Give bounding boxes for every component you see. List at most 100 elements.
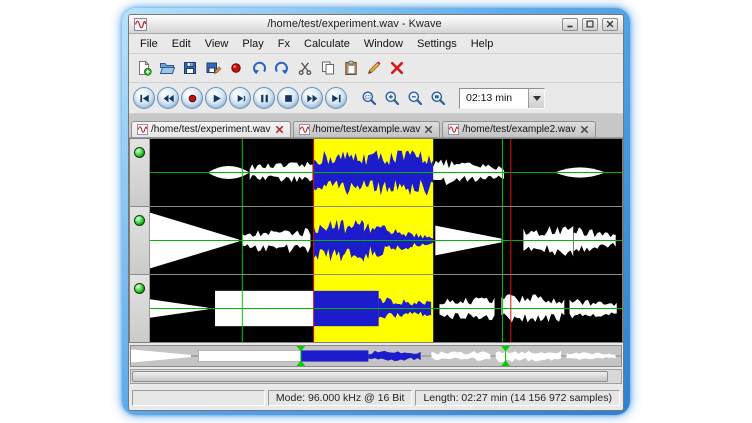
kwave-tab-icon <box>448 124 459 135</box>
delete-button[interactable] <box>386 57 408 79</box>
track-1 <box>130 139 622 207</box>
play-icon <box>210 92 223 105</box>
horizontal-scrollbar[interactable] <box>130 369 622 384</box>
stop-button[interactable] <box>277 87 299 109</box>
menu-play[interactable]: Play <box>235 36 270 52</box>
tabbar: /home/test/experiment.wav /home/test/exa… <box>129 114 623 138</box>
tab-label: /home/test/experiment.wav <box>151 124 271 135</box>
tab-close-button[interactable] <box>274 124 285 135</box>
zoom-all-icon <box>430 90 446 106</box>
tab-experiment-wav[interactable]: /home/test/experiment.wav <box>131 121 291 137</box>
statusbar: Mode: 96.000 kHz @ 16 Bit Length: 02:27 … <box>129 386 623 410</box>
record-setup-icon <box>228 60 244 76</box>
menu-help[interactable]: Help <box>464 36 501 52</box>
transport-group <box>133 87 347 109</box>
track-1-wave[interactable] <box>150 139 622 206</box>
save-as-icon <box>205 60 221 76</box>
zoom-all-button[interactable] <box>427 87 449 109</box>
window-glow-frame: /home/test/experiment.wav - Kwave File E… <box>122 8 630 415</box>
tab-example-wav[interactable]: /home/test/example.wav <box>293 121 441 137</box>
track-1-led-button[interactable] <box>134 147 145 158</box>
menubar: File Edit View Play Fx Calculate Window … <box>129 34 623 54</box>
loop-icon <box>234 92 247 105</box>
zoom-selection-icon <box>361 90 377 106</box>
zoom-out-icon <box>407 90 423 106</box>
track-3-wave[interactable] <box>150 275 622 342</box>
redo-icon <box>274 60 290 76</box>
zoom-combo-dropdown[interactable] <box>528 89 544 108</box>
erase-button[interactable] <box>363 57 385 79</box>
to-end-button[interactable] <box>325 87 347 109</box>
track-3 <box>130 275 622 342</box>
status-spacer-panel <box>132 390 265 406</box>
record-button[interactable] <box>181 87 203 109</box>
tab-close-button[interactable] <box>423 124 434 135</box>
menu-fx[interactable]: Fx <box>271 36 297 52</box>
maximize-button[interactable] <box>582 18 598 31</box>
forward-icon <box>306 92 319 105</box>
track-2-controls <box>130 207 150 274</box>
copy-icon <box>320 60 336 76</box>
tab-example2-wav[interactable]: /home/test/example2.wav <box>442 121 595 137</box>
close-icon <box>274 124 285 135</box>
minimize-button[interactable] <box>562 18 578 31</box>
record-icon <box>186 92 199 105</box>
close-button[interactable] <box>602 18 618 31</box>
tab-label: /home/test/example.wav <box>313 124 421 135</box>
cut-button[interactable] <box>294 57 316 79</box>
app-icon <box>134 18 147 31</box>
new-file-button[interactable] <box>133 57 155 79</box>
track-2-led-button[interactable] <box>134 215 145 226</box>
menu-window[interactable]: Window <box>357 36 410 52</box>
close-icon <box>579 124 590 135</box>
minimize-icon <box>565 19 575 29</box>
track-2 <box>130 207 622 275</box>
rewind-icon <box>162 92 175 105</box>
save-as-button[interactable] <box>202 57 224 79</box>
redo-button[interactable] <box>271 57 293 79</box>
overview-strip[interactable] <box>130 345 622 367</box>
paste-icon <box>343 60 359 76</box>
erase-icon <box>366 60 382 76</box>
close-icon <box>423 124 434 135</box>
track-2-wave[interactable] <box>150 207 622 274</box>
window-title: /home/test/experiment.wav - Kwave <box>151 18 558 30</box>
signal-area <box>129 138 623 343</box>
play-button[interactable] <box>205 87 227 109</box>
maximize-icon <box>585 19 595 29</box>
to-start-button[interactable] <box>133 87 155 109</box>
to-end-icon <box>330 92 343 105</box>
file-toolbar <box>129 54 623 83</box>
new-file-icon <box>136 60 152 76</box>
menu-edit[interactable]: Edit <box>165 36 198 52</box>
transport-toolbar: 02:13 min <box>129 83 623 114</box>
track-3-led-button[interactable] <box>134 283 145 294</box>
save-icon <box>182 60 198 76</box>
zoom-selection-button[interactable] <box>358 87 380 109</box>
track-3-controls <box>130 275 150 342</box>
zoom-in-button[interactable] <box>381 87 403 109</box>
menu-view[interactable]: View <box>198 36 236 52</box>
zoom-out-button[interactable] <box>404 87 426 109</box>
kwave-window: /home/test/experiment.wav - Kwave File E… <box>128 14 624 411</box>
zoom-group <box>358 87 449 109</box>
menu-file[interactable]: File <box>133 36 165 52</box>
open-button[interactable] <box>156 57 178 79</box>
save-button[interactable] <box>179 57 201 79</box>
to-start-icon <box>138 92 151 105</box>
rewind-button[interactable] <box>157 87 179 109</box>
undo-button[interactable] <box>248 57 270 79</box>
record-setup-button[interactable] <box>225 57 247 79</box>
zoom-combo[interactable]: 02:13 min <box>459 88 545 109</box>
paste-button[interactable] <box>340 57 362 79</box>
pause-button[interactable] <box>253 87 275 109</box>
loop-button[interactable] <box>229 87 251 109</box>
scrollbar-thumb[interactable] <box>132 371 608 382</box>
forward-button[interactable] <box>301 87 323 109</box>
copy-button[interactable] <box>317 57 339 79</box>
menu-settings[interactable]: Settings <box>410 36 464 52</box>
close-icon <box>605 19 615 29</box>
zoom-combo-value: 02:13 min <box>460 89 528 108</box>
menu-calculate[interactable]: Calculate <box>297 36 357 52</box>
tab-close-button[interactable] <box>579 124 590 135</box>
